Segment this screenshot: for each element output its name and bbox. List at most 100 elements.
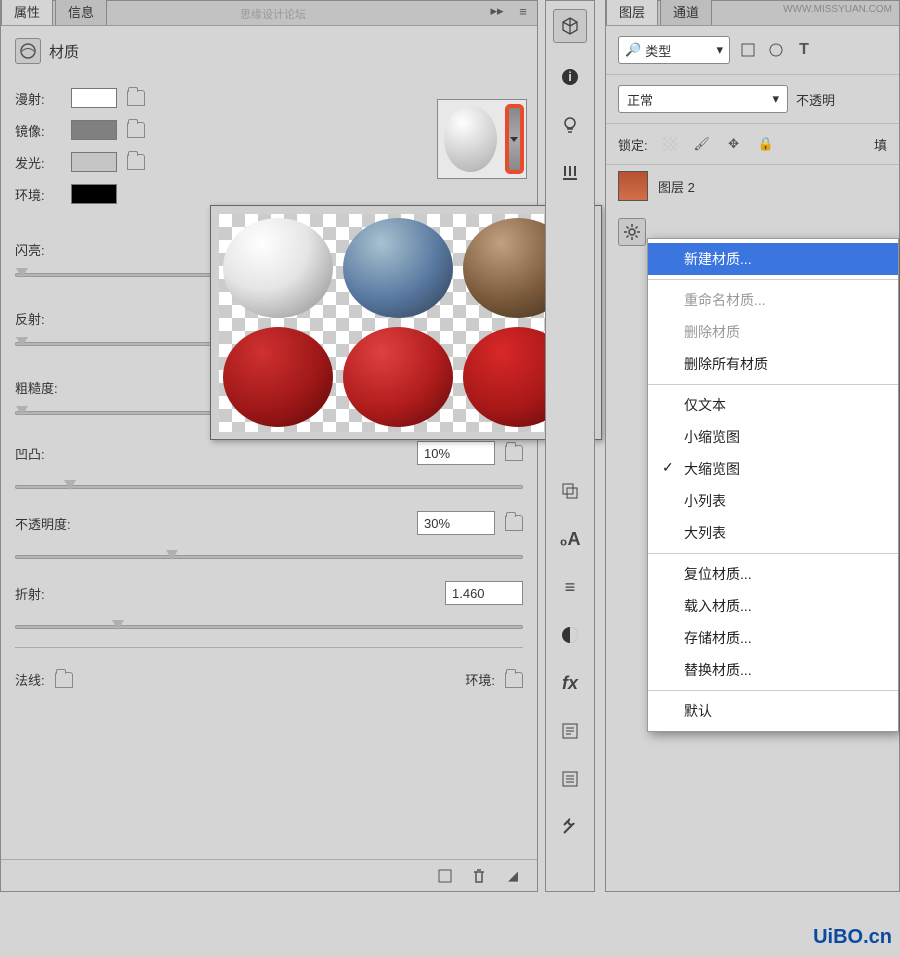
tab-properties[interactable]: 属性 <box>1 0 53 25</box>
menu-reset[interactable]: 复位材质... <box>648 558 898 590</box>
diffuse-folder-icon[interactable] <box>127 90 145 106</box>
light-icon[interactable] <box>554 111 586 139</box>
menu-save[interactable]: 存储材质... <box>648 622 898 654</box>
bump-label: 凹凸: <box>15 444 45 463</box>
menu-load[interactable]: 载入材质... <box>648 590 898 622</box>
preview-dropdown-button[interactable] <box>507 106 522 172</box>
menu-delete-all[interactable]: 删除所有材质 <box>648 348 898 380</box>
lock-move-icon[interactable]: ✥ <box>724 134 744 154</box>
lock-brush-icon[interactable]: 🖌 <box>692 134 712 154</box>
bump-row: 凹凸: <box>1 435 537 471</box>
filter-text-icon[interactable]: T <box>794 40 814 60</box>
brushes-icon[interactable] <box>554 159 586 187</box>
material-preset-blue[interactable] <box>343 218 453 318</box>
mirror-folder-icon[interactable] <box>127 122 145 138</box>
gear-icon[interactable] <box>618 218 646 246</box>
dropdown-icon: ▾ <box>772 91 779 107</box>
material-grid <box>219 214 579 432</box>
contrast-icon[interactable] <box>554 621 586 649</box>
opacity-row: 不透明度: <box>1 505 537 541</box>
menu-separator <box>648 690 898 691</box>
menu-separator <box>648 279 898 280</box>
cube-3d-icon[interactable] <box>553 9 587 43</box>
info-icon[interactable]: i <box>554 63 586 91</box>
refract-row: 折射: <box>1 575 537 611</box>
opacity-folder-icon[interactable] <box>505 515 523 531</box>
panel-title-row: 材质 <box>1 26 537 82</box>
bump-input[interactable] <box>417 441 495 465</box>
opacity-label: 不透明度: <box>15 514 71 533</box>
paragraph-icon[interactable]: ≡ <box>554 573 586 601</box>
lock-label: 锁定: <box>618 135 648 154</box>
mirror-label: 镜像: <box>15 121 61 140</box>
layer-row[interactable]: 图层 2 <box>606 165 899 207</box>
refract-slider-row <box>1 625 537 631</box>
normal-label: 法线: <box>15 670 45 689</box>
blend-mode-select[interactable]: 正常 ▾ <box>618 85 788 113</box>
glow-swatch[interactable] <box>71 152 117 172</box>
material-context-menu: 新建材质... 重命名材质... 删除材质 删除所有材质 仅文本 小缩览图 大缩… <box>647 238 899 732</box>
env2-folder-icon[interactable] <box>505 672 523 688</box>
menu-new-material[interactable]: 新建材质... <box>648 243 898 275</box>
menu-small-thumb[interactable]: 小缩览图 <box>648 421 898 453</box>
material-preset-white[interactable] <box>223 218 333 318</box>
menu-text-only[interactable]: 仅文本 <box>648 389 898 421</box>
blend-mode-value: 正常 <box>627 90 653 109</box>
diffuse-swatch[interactable] <box>71 88 117 108</box>
refract-input[interactable] <box>445 581 523 605</box>
tools-icon[interactable] <box>554 813 586 841</box>
diffuse-label: 漫射: <box>15 89 61 108</box>
lock-all-icon[interactable]: 🔒 <box>756 134 776 154</box>
collapse-icon[interactable]: ▸▸ <box>487 1 507 21</box>
menu-rename-material[interactable]: 重命名材质... <box>648 284 898 316</box>
watermark-center: 思缘设计论坛 <box>240 6 306 22</box>
note-icon[interactable] <box>554 717 586 745</box>
list-icon[interactable] <box>554 765 586 793</box>
menu-default[interactable]: 默认 <box>648 695 898 727</box>
menu-icon[interactable]: ≡ <box>513 1 533 21</box>
mirror-swatch[interactable] <box>71 120 117 140</box>
menu-separator <box>648 384 898 385</box>
lock-transparency-icon[interactable] <box>660 134 680 154</box>
panel-footer: ◢ <box>1 859 537 891</box>
watermark-url-top: WWW.MISSYUAN.COM <box>783 4 892 15</box>
bump-folder-icon[interactable] <box>505 445 523 461</box>
opacity-slider-row <box>1 555 537 561</box>
menu-small-list[interactable]: 小列表 <box>648 485 898 517</box>
refract-slider[interactable] <box>15 625 523 629</box>
material-preset-red2[interactable] <box>343 327 453 427</box>
fill-label: 填 <box>874 135 887 154</box>
layers-stack-icon[interactable] <box>554 477 586 505</box>
normal-folder-icon[interactable] <box>55 672 73 688</box>
material-preview <box>437 99 527 179</box>
bump-slider[interactable] <box>15 485 523 489</box>
trash-icon[interactable] <box>469 866 489 886</box>
dropdown-icon: ▾ <box>716 42 723 58</box>
tab-channels[interactable]: 通道 <box>660 0 712 25</box>
opacity-input[interactable] <box>417 511 495 535</box>
tab-layers[interactable]: 图层 <box>606 0 658 25</box>
glow-folder-icon[interactable] <box>127 154 145 170</box>
menu-replace[interactable]: 替换材质... <box>648 654 898 686</box>
opacity-slider[interactable] <box>15 555 523 559</box>
tab-info[interactable]: 信息 <box>55 0 107 25</box>
cube-icon[interactable] <box>435 866 455 886</box>
menu-large-list[interactable]: 大列表 <box>648 517 898 549</box>
layer-thumbnail <box>618 171 648 201</box>
env-swatch[interactable] <box>71 184 117 204</box>
svg-text:i: i <box>568 69 572 84</box>
layer-type-select[interactable]: 🔎 类型 ▾ <box>618 36 730 64</box>
fx-icon[interactable]: fx <box>554 669 586 697</box>
menu-delete-material[interactable]: 删除材质 <box>648 316 898 348</box>
layer-filter-row: 🔎 类型 ▾ T <box>606 26 899 75</box>
filter-adjust-icon[interactable] <box>766 40 786 60</box>
menu-separator <box>648 553 898 554</box>
material-preset-red1[interactable] <box>223 327 333 427</box>
filter-image-icon[interactable] <box>738 40 758 60</box>
preview-sphere <box>444 106 497 172</box>
properties-panel: 属性 信息 ▸▸ ≡ 材质 漫射: 镜像: 发光: 环境: 闪亮: <box>0 0 538 892</box>
search-icon: 🔎 <box>625 42 641 58</box>
menu-large-thumb[interactable]: 大缩览图 <box>648 453 898 485</box>
resize-icon[interactable]: ◢ <box>503 866 523 886</box>
character-icon[interactable]: ₀A <box>554 525 586 553</box>
